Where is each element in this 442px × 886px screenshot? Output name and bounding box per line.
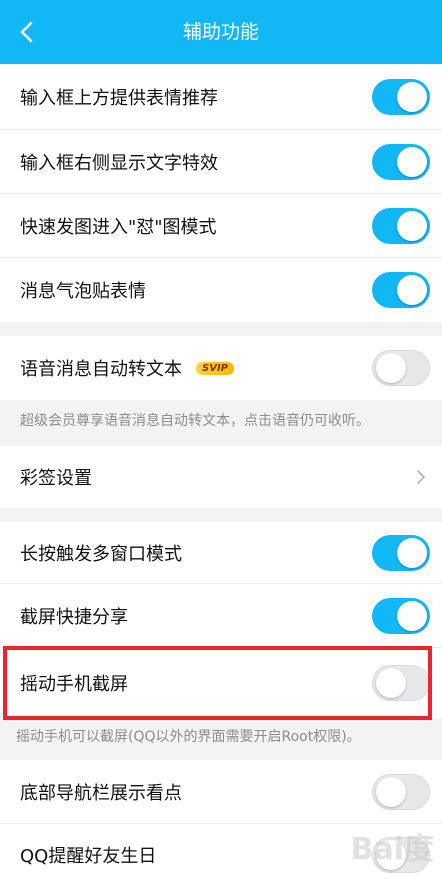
chevron-right-icon xyxy=(417,470,425,484)
setting-label: 输入框上方提供表情推荐 xyxy=(20,88,218,109)
shake-screenshot-note: 摇动手机可以截屏(QQ以外的界面需要开启Root权限)。 xyxy=(16,729,361,745)
setting-row-bottom-nav-kandian[interactable]: 底部导航栏展示看点 xyxy=(0,760,442,824)
toggle-knob xyxy=(397,211,427,241)
toggle-knob xyxy=(397,147,427,177)
toggle-knob xyxy=(376,777,406,807)
multi-window-toggle[interactable] xyxy=(372,535,430,571)
watermark-logo: Bai度 xyxy=(350,832,434,867)
setting-row-signature[interactable]: 彩签设置 xyxy=(0,446,442,508)
emoji-recommend-toggle[interactable] xyxy=(372,79,430,115)
setting-row-bubble-sticker[interactable]: 消息气泡贴表情 xyxy=(0,258,442,322)
voice-to-text-toggle[interactable] xyxy=(372,350,430,386)
text-effects-toggle[interactable] xyxy=(372,144,430,180)
setting-row-emoji-recommend[interactable]: 输入框上方提供表情推荐 xyxy=(0,64,442,130)
toggle-knob xyxy=(397,538,427,568)
toggle-knob xyxy=(397,82,427,112)
bottom-nav-kandian-toggle[interactable] xyxy=(372,774,430,810)
setting-row-voice-to-text[interactable]: 语音消息自动转文本 SVIP xyxy=(0,336,442,400)
setting-row-screenshot-share[interactable]: 截屏快捷分享 xyxy=(0,584,442,648)
setting-label: 输入框右侧显示文字特效 xyxy=(20,153,218,174)
toggle-knob xyxy=(397,601,427,631)
setting-row-text-effects[interactable]: 输入框右侧显示文字特效 xyxy=(0,130,442,194)
toggle-knob xyxy=(376,353,406,383)
toggle-knob xyxy=(397,275,427,305)
page-title: 辅助功能 xyxy=(182,21,259,43)
setting-row-quick-image[interactable]: 快速发图进入"怼"图模式 xyxy=(0,194,442,258)
svip-badge: SVIP xyxy=(196,361,234,375)
setting-label: 语音消息自动转文本 SVIP xyxy=(20,336,234,400)
quick-image-toggle[interactable] xyxy=(372,208,430,244)
voice-to-text-label: 语音消息自动转文本 xyxy=(20,359,182,380)
header-bar: 辅助功能 xyxy=(0,0,442,64)
setting-label: 快速发图进入"怼"图模式 xyxy=(20,217,217,238)
setting-label: QQ提醒好友生日 xyxy=(20,846,157,867)
voice-to-text-note: 超级会员尊享语音消息自动转文本，点击语音仍可收听。 xyxy=(20,413,370,429)
setting-label: 长按触发多窗口模式 xyxy=(20,544,182,565)
setting-label: 彩签设置 xyxy=(20,468,92,489)
screenshot-share-toggle[interactable] xyxy=(372,598,430,634)
setting-label: 底部导航栏展示看点 xyxy=(20,783,182,804)
bubble-sticker-toggle[interactable] xyxy=(372,272,430,308)
setting-row-multi-window[interactable]: 长按触发多窗口模式 xyxy=(0,522,442,584)
setting-label: 消息气泡贴表情 xyxy=(20,281,146,302)
highlight-box xyxy=(3,646,432,720)
setting-label: 截屏快捷分享 xyxy=(20,607,128,628)
